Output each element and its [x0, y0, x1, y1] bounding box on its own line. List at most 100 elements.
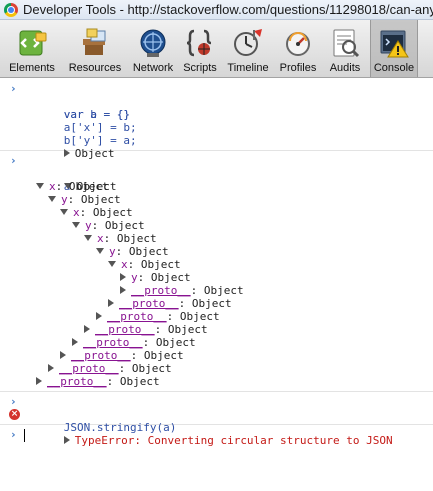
console-result-line[interactable]: Object — [0, 134, 433, 160]
collapse-triangle-icon[interactable] — [36, 183, 44, 189]
expand-triangle-icon[interactable] — [96, 312, 102, 320]
resources-icon — [83, 28, 106, 55]
property-value: Object — [68, 180, 109, 193]
expand-triangle-icon[interactable] — [120, 273, 126, 281]
prompt-icon: › — [10, 428, 17, 441]
property-value: Object — [140, 258, 181, 271]
proto-node[interactable]: __proto__: Object — [0, 310, 433, 323]
tab-network[interactable]: Network — [130, 20, 176, 77]
proto-key: __proto__ — [119, 297, 179, 310]
proto-value: Object — [131, 362, 172, 375]
object-tree-node[interactable]: y: Object — [0, 245, 433, 258]
object-tree-node[interactable]: y: Object — [0, 219, 433, 232]
object-tree-node[interactable]: x: Object — [0, 232, 433, 245]
proto-key: __proto__ — [71, 349, 131, 362]
proto-value: Object — [203, 284, 244, 297]
property-value: Object — [128, 245, 169, 258]
proto-node[interactable]: __proto__: Object — [0, 297, 433, 310]
proto-node[interactable]: __proto__: Object — [0, 349, 433, 362]
audits-icon — [333, 29, 360, 58]
tab-console[interactable]: Console — [370, 20, 418, 77]
expand-triangle-icon[interactable] — [84, 325, 90, 333]
property-value: Object — [104, 219, 145, 232]
proto-value: Object — [179, 310, 220, 323]
console-icon — [380, 30, 409, 58]
console-input-line: › JSON.stringify(a) — [0, 395, 433, 434]
collapse-triangle-icon[interactable] — [108, 261, 116, 267]
proto-node[interactable]: __proto__: Object — [0, 375, 433, 388]
collapse-triangle-icon[interactable] — [96, 248, 104, 254]
collapse-triangle-icon[interactable] — [72, 222, 80, 228]
proto-key: __proto__ — [59, 362, 119, 375]
tab-console-label: Console — [373, 62, 415, 74]
tab-timeline[interactable]: Timeline — [224, 20, 272, 77]
proto-node[interactable]: __proto__: Object — [0, 336, 433, 349]
property-value: Object — [116, 232, 157, 245]
window-title: Developer Tools - http://stackoverflow.c… — [23, 2, 433, 17]
tab-audits-label: Audits — [329, 62, 361, 74]
console-input-line: a['x'] = b; — [0, 108, 433, 134]
object-tree-node[interactable]: x: Object — [0, 258, 433, 271]
chrome-logo-icon — [4, 2, 18, 17]
console-error-line[interactable]: × TypeError: Converting circular structu… — [0, 408, 433, 447]
proto-value: Object — [143, 349, 184, 362]
tab-timeline-label: Timeline — [227, 62, 269, 74]
object-tree-node[interactable]: x: Object — [0, 206, 433, 219]
tab-scripts-label: Scripts — [183, 62, 217, 74]
prompt-icon: › — [10, 154, 17, 167]
collapse-triangle-icon[interactable] — [84, 235, 92, 241]
expand-triangle-icon[interactable] — [72, 338, 78, 346]
timeline-icon — [234, 29, 262, 56]
text-caret — [24, 429, 25, 442]
console-entry: › var a = {} var b = {} a['x'] = b; b['y… — [0, 79, 433, 160]
property-key: y — [61, 193, 68, 206]
console-input-line: var b = {} — [0, 95, 433, 121]
property-key: x — [121, 258, 128, 271]
console-prompt-entry[interactable]: › — [0, 425, 433, 447]
tab-resources-label: Resources — [68, 62, 122, 74]
console-input-line: b['y'] = a; — [0, 121, 433, 147]
object-tree-node[interactable]: y: Object — [0, 193, 433, 206]
console-prompt-input[interactable]: › — [0, 428, 433, 444]
expand-triangle-icon[interactable] — [36, 377, 42, 385]
proto-value: Object — [167, 323, 208, 336]
console-input-line: › var a = {} — [0, 82, 433, 121]
tab-scripts[interactable]: Scripts — [180, 20, 220, 77]
console-input-line: › a — [0, 154, 433, 193]
tab-profiles-label: Profiles — [279, 62, 317, 74]
tab-profiles[interactable]: Profiles — [276, 20, 320, 77]
proto-node[interactable]: __proto__: Object — [0, 284, 433, 297]
proto-node[interactable]: __proto__: Object — [0, 362, 433, 375]
tab-resources[interactable]: Resources — [64, 20, 126, 77]
collapse-triangle-icon[interactable] — [48, 196, 56, 202]
object-tree-node[interactable]: x: Object — [0, 180, 433, 193]
object-tree-node[interactable]: y: Object — [0, 271, 433, 284]
proto-key: __proto__ — [107, 310, 167, 323]
tab-network-label: Network — [132, 62, 174, 74]
window-titlebar: Developer Tools - http://stackoverflow.c… — [0, 0, 433, 20]
elements-icon — [19, 30, 47, 56]
proto-value: Object — [155, 336, 196, 349]
expand-triangle-icon[interactable] — [60, 351, 66, 359]
property-value: Object — [150, 271, 191, 284]
expand-triangle-icon[interactable] — [48, 364, 54, 372]
tab-audits[interactable]: Audits — [324, 20, 366, 77]
console-entry: › JSON.stringify(a) × TypeError: Convert… — [0, 392, 433, 447]
proto-key: __proto__ — [95, 323, 155, 336]
error-icon: × — [9, 409, 20, 420]
property-key: x — [73, 206, 80, 219]
property-key: x — [49, 180, 56, 193]
property-value: Object — [92, 206, 133, 219]
collapse-triangle-icon[interactable] — [60, 209, 68, 215]
tab-elements[interactable]: Elements — [4, 20, 60, 77]
object-tree-root[interactable]: Object — [0, 167, 433, 193]
proto-node[interactable]: __proto__: Object — [0, 323, 433, 336]
scripts-icon — [186, 29, 212, 57]
property-key: y — [131, 271, 138, 284]
expand-triangle-icon[interactable] — [108, 299, 114, 307]
tab-elements-label: Elements — [9, 62, 55, 74]
property-value: Object — [80, 193, 121, 206]
console-panel[interactable]: › var a = {} var b = {} a['x'] = b; b['y… — [0, 79, 433, 491]
profiles-icon — [286, 32, 310, 56]
expand-triangle-icon[interactable] — [120, 286, 126, 294]
